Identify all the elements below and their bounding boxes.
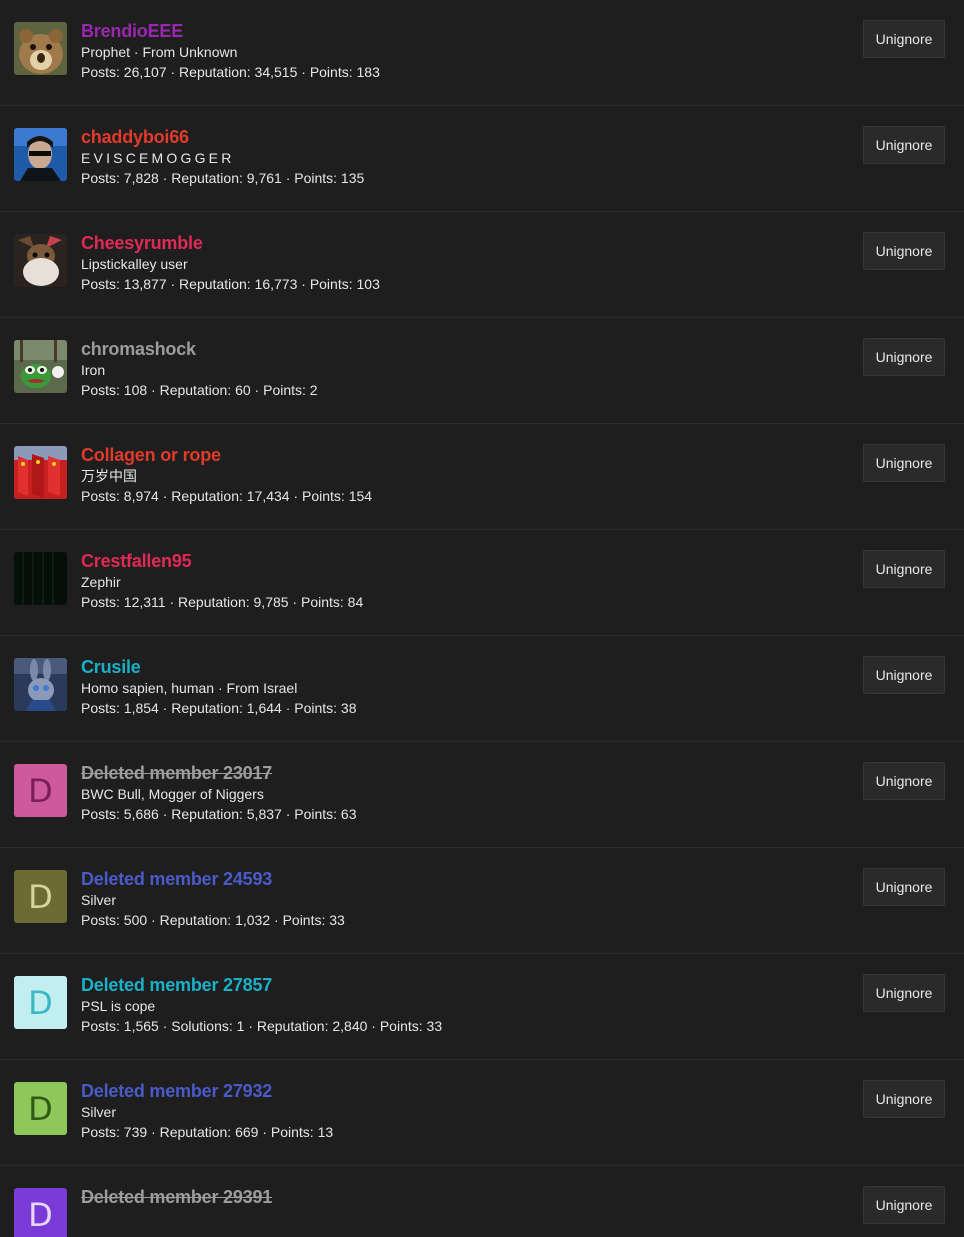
member-row: chaddyboi66 EVISCEMOGGER Posts: 7,828 · …: [0, 106, 964, 212]
unignore-button[interactable]: Unignore: [863, 444, 945, 482]
hamster-face-avatar[interactable]: [14, 22, 67, 75]
bearded-figure-avatar[interactable]: [14, 234, 67, 287]
member-stats: Posts: 1,565 · Solutions: 1 · Reputation…: [81, 1018, 443, 1034]
unignore-button[interactable]: Unignore: [863, 20, 945, 58]
member-row: D Deleted member 27932 Silver Posts: 739…: [0, 1060, 964, 1166]
letter-avatar[interactable]: D: [14, 764, 67, 817]
member-title: Prophet · From Unknown: [81, 44, 238, 60]
man-sunglasses-avatar[interactable]: [14, 128, 67, 181]
member-title: Iron: [81, 362, 106, 378]
letter-avatar[interactable]: D: [14, 870, 67, 923]
member-name[interactable]: Deleted member 29391: [81, 1186, 834, 1208]
letter-avatar[interactable]: D: [14, 1188, 67, 1237]
unignore-button[interactable]: Unignore: [863, 550, 945, 588]
member-title: Silver: [81, 1104, 117, 1120]
member-name[interactable]: chaddyboi66: [81, 126, 834, 148]
unignore-button[interactable]: Unignore: [863, 656, 945, 694]
member-row: D Deleted member 27857 PSL is cope Posts…: [0, 954, 964, 1060]
member-stats: Posts: 12,311 · Reputation: 9,785 · Poin…: [81, 594, 364, 610]
member-row: Cheesyrumble Lipstickalley user Posts: 1…: [0, 212, 964, 318]
member-name[interactable]: BrendioEEE: [81, 20, 834, 42]
member-title: Lipstickalley user: [81, 256, 188, 272]
unignore-button[interactable]: Unignore: [863, 338, 945, 376]
member-name[interactable]: Crusile: [81, 656, 834, 678]
member-row: D Deleted member 24593 Silver Posts: 500…: [0, 848, 964, 954]
dark-pattern-avatar[interactable]: [14, 552, 67, 605]
member-row: Crestfallen95 Zephir Posts: 12,311 · Rep…: [0, 530, 964, 636]
member-stats: Posts: 739 · Reputation: 669 · Points: 1…: [81, 1124, 334, 1140]
member-stats: Posts: 500 · Reputation: 1,032 · Points:…: [81, 912, 345, 928]
member-title: Silver: [81, 892, 117, 908]
unignore-button[interactable]: Unignore: [863, 126, 945, 164]
member-row: BrendioEEE Prophet · From Unknown Posts:…: [0, 0, 964, 106]
letter-avatar[interactable]: D: [14, 1082, 67, 1135]
member-title: EVISCEMOGGER: [81, 150, 235, 166]
member-name[interactable]: Deleted member 24593: [81, 868, 834, 890]
member-row: Collagen or rope 万岁中国 Posts: 8,974 · Rep…: [0, 424, 964, 530]
member-title: BWC Bull, Mogger of Niggers: [81, 786, 264, 802]
member-name[interactable]: Collagen or rope: [81, 444, 834, 466]
member-stats: Posts: 7,828 · Reputation: 9,761 · Point…: [81, 170, 365, 186]
member-title: Homo sapien, human · From Israel: [81, 680, 298, 696]
member-row: Crusile Homo sapien, human · From Israel…: [0, 636, 964, 742]
unignore-button[interactable]: Unignore: [863, 974, 945, 1012]
frog-avatar[interactable]: [14, 340, 67, 393]
unignore-button[interactable]: Unignore: [863, 232, 945, 270]
unignore-button[interactable]: Unignore: [863, 1186, 945, 1224]
member-stats: Posts: 5,686 · Reputation: 5,837 · Point…: [81, 806, 357, 822]
member-title: Zephir: [81, 574, 121, 590]
member-row: chromashock Iron Posts: 108 · Reputation…: [0, 318, 964, 424]
member-row: D Deleted member 29391 Unignore: [0, 1166, 964, 1237]
member-stats: Posts: 13,877 · Reputation: 16,773 · Poi…: [81, 276, 380, 292]
member-title: 万岁中国: [81, 468, 137, 484]
member-row: D Deleted member 23017 BWC Bull, Mogger …: [0, 742, 964, 848]
member-name[interactable]: Deleted member 27857: [81, 974, 834, 996]
letter-avatar[interactable]: D: [14, 976, 67, 1029]
ignored-members-list: BrendioEEE Prophet · From Unknown Posts:…: [0, 0, 964, 1237]
member-name[interactable]: Deleted member 27932: [81, 1080, 834, 1102]
member-name[interactable]: Crestfallen95: [81, 550, 834, 572]
unignore-button[interactable]: Unignore: [863, 868, 945, 906]
member-stats: Posts: 108 · Reputation: 60 · Points: 2: [81, 382, 318, 398]
rabbit-character-avatar[interactable]: [14, 658, 67, 711]
member-name[interactable]: Cheesyrumble: [81, 232, 834, 254]
unignore-button[interactable]: Unignore: [863, 1080, 945, 1118]
member-stats: Posts: 8,974 · Reputation: 17,434 · Poin…: [81, 488, 373, 504]
member-name[interactable]: chromashock: [81, 338, 834, 360]
member-title: PSL is cope: [81, 998, 156, 1014]
member-name[interactable]: Deleted member 23017: [81, 762, 834, 784]
member-stats: Posts: 1,854 · Reputation: 1,644 · Point…: [81, 700, 357, 716]
member-stats: Posts: 26,107 · Reputation: 34,515 · Poi…: [81, 64, 380, 80]
unignore-button[interactable]: Unignore: [863, 762, 945, 800]
red-flags-avatar[interactable]: [14, 446, 67, 499]
